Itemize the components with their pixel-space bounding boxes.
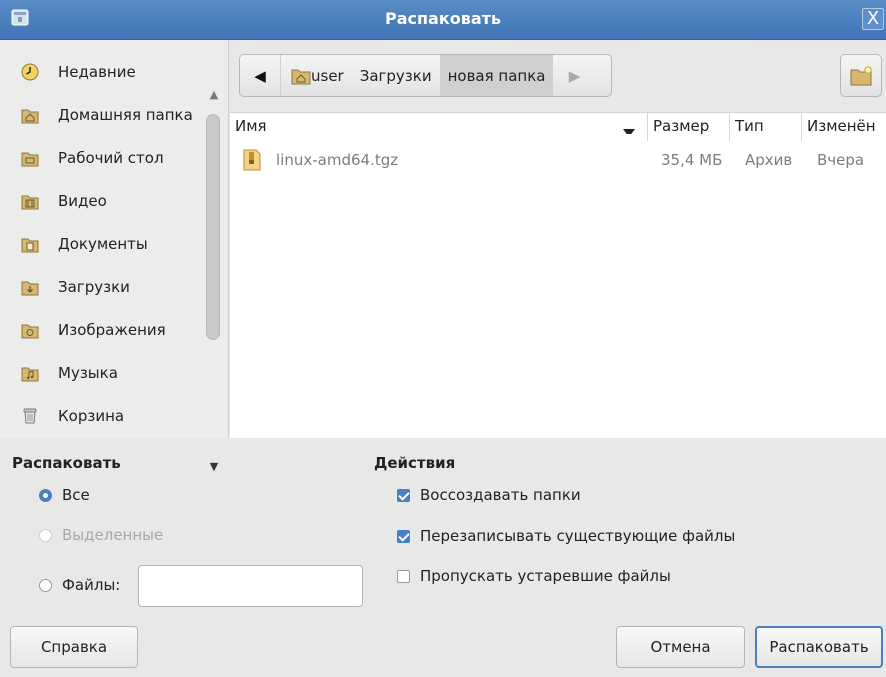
trash-icon	[23, 408, 37, 424]
home-folder-icon	[291, 69, 311, 84]
sidebar-scrollbar[interactable]: ▲ ▼	[204, 84, 222, 474]
path-forward-button[interactable]: ▶	[553, 55, 595, 96]
table-row[interactable]: linux-amd64.tgz 35,4 МБ Архив Вчера	[230, 145, 886, 175]
checkbox-checked-icon	[397, 488, 410, 502]
sidebar-item-label: Изображения	[58, 321, 166, 339]
sidebar-item-documents[interactable]: Документы	[0, 224, 205, 264]
scroll-down-arrow-icon[interactable]: ▼	[208, 461, 220, 472]
window-title: Распаковать	[384, 9, 502, 28]
path-back-button[interactable]: ◀	[240, 55, 281, 96]
column-header-label: Имя	[235, 117, 267, 135]
sidebar-item-downloads[interactable]: Загрузки	[0, 267, 205, 307]
title-bar: Распаковать X	[0, 0, 886, 40]
column-header-modified[interactable]: Изменён	[802, 113, 886, 141]
checkbox-label: Воссоздавать папки	[420, 486, 581, 504]
chevron-right-icon: ▶	[568, 66, 581, 85]
path-segment-label: Загрузки	[359, 66, 432, 85]
radio-selected-icon	[39, 488, 52, 502]
path-segment-user[interactable]: user	[281, 55, 352, 96]
radio-label: Все	[62, 486, 90, 504]
path-segment-label: user	[311, 66, 344, 85]
overwrite-files-checkbox[interactable]: Перезаписывать существующие файлы	[397, 527, 735, 545]
videos-folder-icon	[21, 195, 39, 210]
new-folder-icon	[850, 65, 872, 85]
pictures-folder-icon	[21, 324, 39, 339]
places-sidebar: Недавние Домашняя папка Рабочий стол Вид…	[0, 40, 229, 472]
radio-label: Файлы:	[62, 576, 121, 594]
skip-older-files-checkbox[interactable]: Пропускать устаревшие файлы	[397, 567, 671, 585]
column-header-type[interactable]: Тип	[730, 113, 802, 141]
sidebar-item-trash[interactable]: Корзина	[0, 396, 205, 436]
path-segment-new-folder[interactable]: новая папка	[439, 55, 554, 96]
desktop-folder-icon	[21, 152, 39, 167]
chevron-left-icon: ◀	[254, 66, 266, 85]
recent-icon	[21, 63, 39, 81]
cancel-button[interactable]: Отмена	[616, 626, 745, 668]
column-header-label: Изменён	[807, 117, 876, 135]
file-name: linux-amd64.tgz	[276, 151, 399, 169]
checkbox-checked-icon	[397, 529, 410, 543]
archive-file-icon	[243, 149, 261, 171]
sidebar-item-recent[interactable]: Недавние	[0, 52, 205, 92]
column-header-size[interactable]: Размер	[648, 113, 730, 141]
sidebar-item-label: Недавние	[58, 63, 136, 81]
sidebar-item-pictures[interactable]: Изображения	[0, 310, 205, 350]
file-modified: Вчера	[817, 151, 865, 169]
sidebar-item-videos[interactable]: Видео	[0, 181, 205, 221]
checkbox-icon	[397, 569, 410, 583]
file-list[interactable]: Имя Размер Тип Изменён linux-amd64.tgz 3…	[230, 112, 886, 438]
home-folder-icon	[21, 109, 39, 124]
documents-folder-icon	[21, 238, 39, 253]
sort-descending-icon[interactable]	[622, 120, 642, 134]
files-pattern-input[interactable]	[138, 565, 363, 607]
file-type: Архив	[745, 151, 793, 169]
sidebar-item-music[interactable]: Музыка	[0, 353, 205, 393]
radio-icon	[39, 528, 52, 542]
downloads-folder-icon	[21, 281, 39, 296]
extract-selected-radio: Выделенные	[39, 526, 163, 544]
file-size: 35,4 МБ	[661, 151, 723, 169]
sidebar-item-home[interactable]: Домашняя папка	[0, 95, 205, 135]
checkbox-label: Перезаписывать существующие файлы	[420, 527, 736, 545]
column-header-label: Размер	[653, 117, 710, 135]
sidebar-item-label: Домашняя папка	[58, 106, 193, 124]
create-folder-button[interactable]	[840, 54, 882, 97]
sidebar-item-label: Рабочий стол	[58, 149, 164, 167]
sidebar-item-label: Музыка	[58, 364, 118, 382]
sidebar-item-label: Видео	[58, 192, 107, 210]
extract-all-radio[interactable]: Все	[39, 486, 90, 504]
column-header-label: Тип	[735, 117, 764, 135]
extract-files-radio[interactable]: Файлы:	[39, 576, 120, 594]
extract-heading: Распаковать	[12, 454, 121, 472]
close-button[interactable]: X	[862, 8, 884, 30]
extract-button[interactable]: Распаковать	[755, 626, 883, 668]
sidebar-item-label: Загрузки	[58, 278, 130, 296]
scroll-up-arrow-icon[interactable]: ▲	[208, 89, 220, 100]
close-icon: X	[866, 8, 880, 29]
recreate-folders-checkbox[interactable]: Воссоздавать папки	[397, 486, 581, 504]
help-button[interactable]: Справка	[10, 626, 138, 668]
sidebar-item-label: Документы	[58, 235, 148, 253]
scrollbar-thumb[interactable]	[206, 114, 220, 340]
path-segment-downloads[interactable]: Загрузки	[352, 55, 440, 96]
radio-icon	[39, 578, 52, 592]
path-bar: ◀ user Загрузки новая папка ▶	[239, 54, 612, 97]
sidebar-item-label: Корзина	[58, 407, 125, 425]
radio-label: Выделенные	[62, 526, 164, 544]
path-segment-label: новая папка	[447, 66, 546, 85]
actions-heading: Действия	[374, 454, 456, 472]
checkbox-label: Пропускать устаревшие файлы	[420, 567, 671, 585]
column-header-name[interactable]: Имя	[230, 113, 648, 141]
music-folder-icon	[21, 367, 39, 382]
sidebar-item-desktop[interactable]: Рабочий стол	[0, 138, 205, 178]
